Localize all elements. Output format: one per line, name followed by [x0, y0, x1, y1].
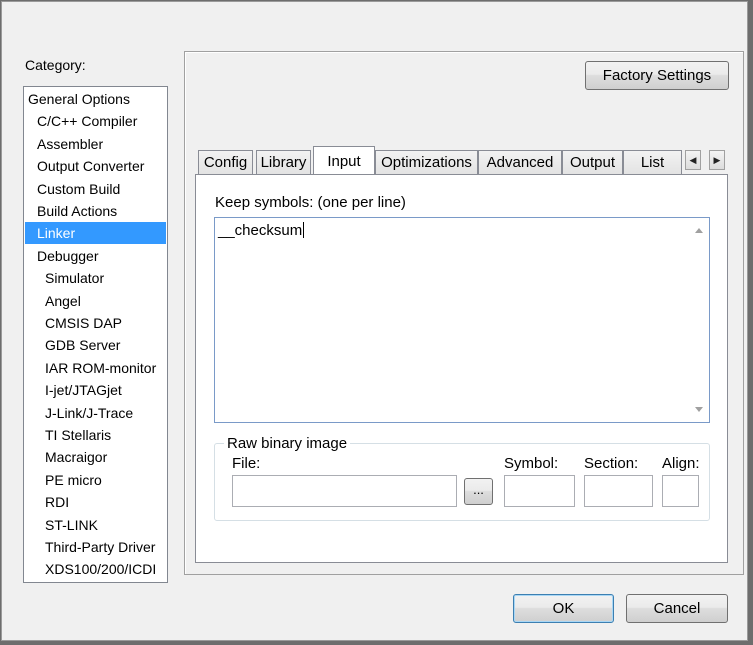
- category-item[interactable]: ST-LINK: [25, 514, 166, 536]
- tab-output[interactable]: Output: [562, 150, 623, 174]
- category-item[interactable]: RDI: [25, 491, 166, 513]
- tab-config[interactable]: Config: [198, 150, 253, 174]
- category-item[interactable]: Simulator: [25, 267, 166, 289]
- category-item[interactable]: TI Stellaris: [25, 424, 166, 446]
- factory-settings-button[interactable]: Factory Settings: [585, 61, 729, 90]
- category-item[interactable]: General Options: [25, 88, 166, 110]
- tab-scroll-right-icon[interactable]: ▶: [709, 150, 725, 170]
- tab-library[interactable]: Library: [256, 150, 311, 174]
- category-item[interactable]: PE micro: [25, 469, 166, 491]
- tab-optimizations[interactable]: Optimizations: [375, 150, 478, 174]
- category-item[interactable]: J-Link/J-Trace: [25, 402, 166, 424]
- category-item[interactable]: XDS100/200/ICDI: [25, 558, 166, 580]
- tab-scroll-left-icon[interactable]: ◀: [685, 150, 701, 170]
- keep-symbols-textarea[interactable]: __checksum: [214, 217, 710, 423]
- align-input[interactable]: [662, 475, 699, 507]
- category-item[interactable]: Custom Build: [25, 178, 166, 200]
- tab-advanced[interactable]: Advanced: [478, 150, 562, 174]
- category-item[interactable]: Output Converter: [25, 155, 166, 177]
- scroll-up-icon[interactable]: [695, 228, 703, 233]
- category-item[interactable]: Assembler: [25, 133, 166, 155]
- category-item[interactable]: Build Actions: [25, 200, 166, 222]
- category-item[interactable]: Linker: [25, 222, 166, 245]
- keep-symbols-label: Keep symbols: (one per line): [215, 194, 406, 211]
- category-item[interactable]: CMSIS DAP: [25, 312, 166, 334]
- category-label: Category:: [25, 57, 86, 73]
- category-item[interactable]: C/C++ Compiler: [25, 110, 166, 132]
- tab-list[interactable]: List: [623, 150, 682, 174]
- category-item[interactable]: Debugger: [25, 245, 166, 267]
- category-item[interactable]: GDB Server: [25, 334, 166, 356]
- keep-symbols-value: __checksum: [218, 222, 303, 239]
- category-item[interactable]: Macraigor: [25, 446, 166, 468]
- scroll-down-icon[interactable]: [695, 407, 703, 412]
- section-label: Section:: [584, 455, 639, 472]
- category-item[interactable]: IAR ROM-monitor: [25, 357, 166, 379]
- window-edge: [748, 0, 753, 645]
- symbol-input[interactable]: [504, 475, 575, 507]
- ok-button[interactable]: OK: [513, 594, 614, 623]
- category-item[interactable]: Angel: [25, 290, 166, 312]
- section-input[interactable]: [584, 475, 653, 507]
- raw-binary-title: Raw binary image: [224, 435, 351, 452]
- tab-input[interactable]: Input: [313, 146, 375, 175]
- symbol-label: Symbol:: [504, 455, 559, 472]
- category-item[interactable]: I-jet/JTAGjet: [25, 379, 166, 401]
- file-label: File:: [232, 455, 261, 472]
- category-list[interactable]: General Options C/C++ Compiler Assembler Ou…: [23, 86, 168, 583]
- browse-button[interactable]: ...: [464, 478, 493, 505]
- category-item[interactable]: Third-Party Driver: [25, 536, 166, 558]
- file-input[interactable]: [232, 475, 457, 507]
- textarea-scrollbar[interactable]: [691, 219, 708, 421]
- align-label: Align:: [662, 455, 700, 472]
- cancel-button[interactable]: Cancel: [626, 594, 728, 623]
